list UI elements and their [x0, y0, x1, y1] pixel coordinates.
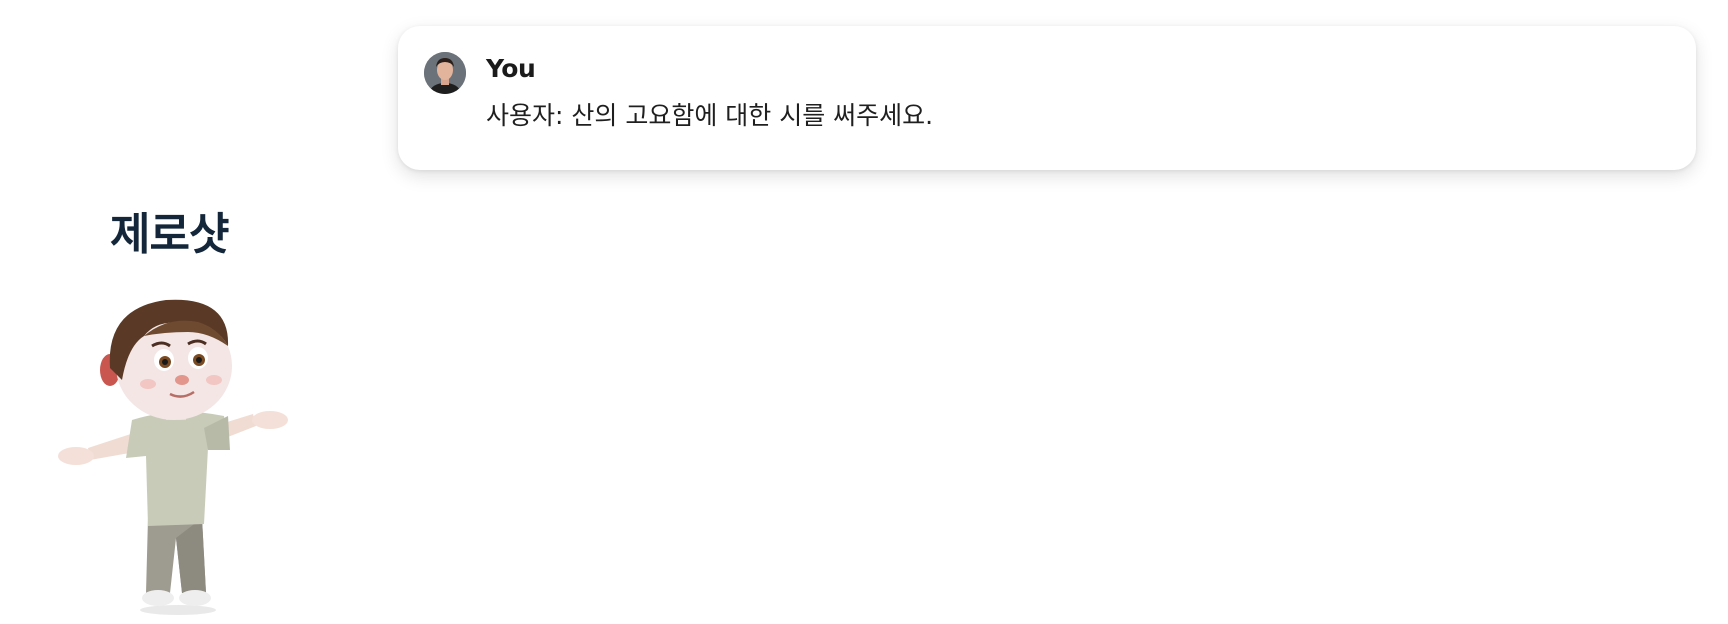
avatar-icon [424, 52, 466, 94]
character-illustration [48, 288, 298, 620]
chat-message-card: You 사용자: 산의 고요함에 대한 시를 써주세요. [398, 26, 1696, 170]
message-text: 사용자: 산의 고요함에 대한 시를 써주세요. [486, 101, 934, 130]
user-avatar [424, 52, 466, 94]
section-label: 제로샷 [110, 209, 229, 260]
page: You 사용자: 산의 고요함에 대한 시를 써주세요. 제로샷 [0, 0, 1728, 624]
message-author: You [486, 54, 536, 83]
cartoon-boy-icon [58, 299, 288, 615]
